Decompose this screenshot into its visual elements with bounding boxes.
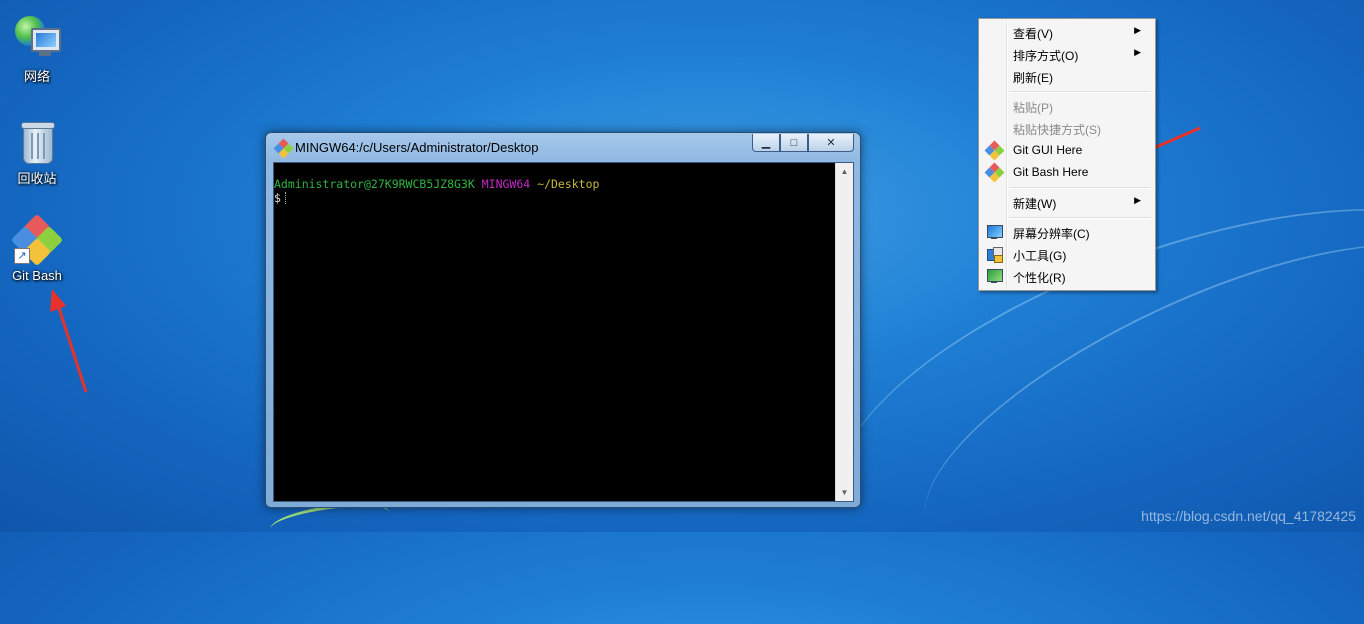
menu-separator (1009, 217, 1151, 219)
text-cursor (284, 192, 288, 204)
menu-item-paste[interactable]: 粘贴(P) (981, 95, 1151, 117)
git-bash-icon (984, 162, 1005, 183)
prompt-system: MINGW64 (481, 177, 531, 191)
screen-resolution-icon (986, 224, 1003, 240)
network-icon (13, 14, 61, 62)
terminal-window[interactable]: MINGW64:/c/Users/Administrator/Desktop ▁… (265, 132, 861, 508)
menu-separator (1009, 187, 1151, 189)
maximize-button[interactable]: □ (780, 134, 808, 152)
close-button[interactable]: ✕ (808, 134, 854, 152)
terminal-titlebar[interactable]: MINGW64:/c/Users/Administrator/Desktop ▁… (266, 133, 860, 161)
vertical-scrollbar[interactable]: ▲ ▼ (835, 163, 853, 501)
git-bash-icon: ↗ (10, 213, 64, 267)
prompt-path: ~/Desktop (537, 177, 600, 191)
menu-separator (1009, 91, 1151, 93)
scroll-up-icon[interactable]: ▲ (836, 163, 853, 180)
submenu-arrow-icon: ▶ (1134, 25, 1141, 35)
shortcut-arrow-icon: ↗ (14, 248, 30, 264)
watermark: https://blog.csdn.net/qq_41782425 (1141, 508, 1356, 524)
menu-item-sort-by[interactable]: 排序方式(O) ▶ (981, 43, 1151, 65)
personalize-icon (986, 268, 1003, 284)
menu-item-refresh[interactable]: 刷新(E) (981, 65, 1151, 87)
git-bash-icon (273, 138, 294, 159)
desktop-icon-label: Git Bash (12, 268, 62, 283)
prompt-symbol: $ (274, 191, 281, 205)
desktop-context-menu: 查看(V) ▶ 排序方式(O) ▶ 刷新(E) 粘贴(P) 粘贴快捷方式(S) … (978, 18, 1156, 291)
gadgets-icon (986, 246, 1003, 263)
menu-item-gadgets[interactable]: 小工具(G) (981, 243, 1151, 265)
desktop-icon-git-bash[interactable]: ↗ Git Bash (2, 213, 72, 283)
git-gui-icon (984, 140, 1005, 161)
prompt-user-host: Administrator@27K9RWCB5JZ8G3K (274, 177, 475, 191)
menu-item-new[interactable]: 新建(W) ▶ (981, 191, 1151, 213)
terminal-console[interactable]: Administrator@27K9RWCB5JZ8G3K MINGW64 ~/… (273, 162, 854, 502)
submenu-arrow-icon: ▶ (1134, 195, 1141, 205)
menu-item-screen-resolution[interactable]: 屏幕分辨率(C) (981, 221, 1151, 243)
recycle-bin-icon (13, 116, 61, 164)
desktop-icon-recycle-bin[interactable]: 回收站 (2, 116, 72, 187)
menu-item-paste-shortcut[interactable]: 粘贴快捷方式(S) (981, 117, 1151, 139)
desktop-icon-label: 回收站 (17, 171, 57, 186)
desktop-icon-label: 网络 (23, 69, 50, 84)
desktop-icon-network[interactable]: 网络 (2, 14, 72, 85)
terminal-output: Administrator@27K9RWCB5JZ8G3K MINGW64 ~/… (274, 177, 599, 205)
menu-item-git-bash-here[interactable]: Git Bash Here (981, 161, 1151, 183)
scroll-down-icon[interactable]: ▼ (836, 484, 853, 501)
menu-item-git-gui-here[interactable]: Git GUI Here (981, 139, 1151, 161)
menu-item-view[interactable]: 查看(V) ▶ (981, 21, 1151, 43)
submenu-arrow-icon: ▶ (1134, 47, 1141, 57)
menu-item-personalize[interactable]: 个性化(R) (981, 265, 1151, 287)
terminal-title: MINGW64:/c/Users/Administrator/Desktop (295, 140, 539, 155)
minimize-button[interactable]: ▁ (752, 134, 780, 152)
